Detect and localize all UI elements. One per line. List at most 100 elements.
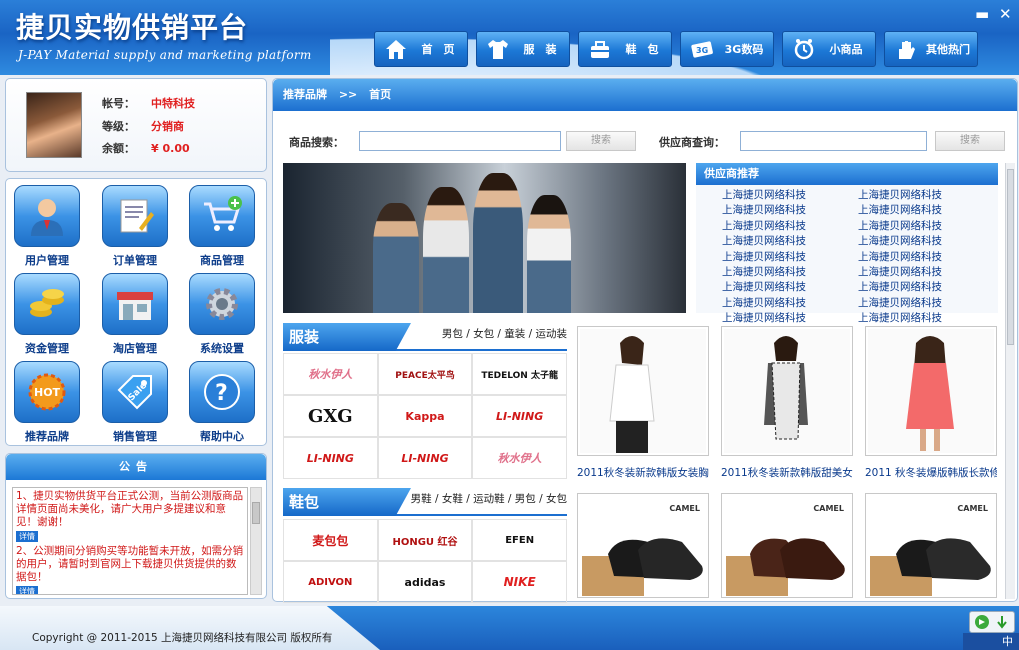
product-name[interactable]: 2011秋冬装新款韩版甜美女士	[721, 465, 853, 480]
nav-label: 3G数码	[724, 43, 764, 56]
close-button[interactable]: ✕	[999, 5, 1012, 23]
brand-logo[interactable]: HONGU 红谷	[377, 519, 473, 561]
product-card[interactable]: CAMEL	[721, 493, 853, 598]
nav-other-hot[interactable]: 其他热门	[884, 31, 978, 67]
product-search-input[interactable]	[359, 131, 561, 151]
product-card[interactable]	[721, 326, 853, 456]
product-card[interactable]	[577, 326, 709, 456]
main-scrollbar[interactable]	[1005, 163, 1015, 599]
supplier-link[interactable]: 上海捷贝网络科技	[722, 312, 858, 325]
brand-logo[interactable]: NIKE	[472, 561, 567, 603]
shoes-category-links[interactable]: 男鞋 / 女鞋 / 运动鞋 / 男包 / 女包	[411, 491, 567, 506]
nav-clothing[interactable]: 服 装	[476, 31, 570, 67]
tool-label: 系统设置	[200, 342, 244, 355]
brand-logo[interactable]: 麦包包	[283, 519, 378, 561]
product-search-button[interactable]: 搜索	[566, 131, 636, 151]
supplier-search-input[interactable]	[740, 131, 927, 151]
tool-user-management[interactable]: 用户管理	[7, 181, 87, 267]
product-name[interactable]: 2011秋冬装新款韩版女装胸针	[577, 465, 709, 480]
nav-shoes-bags[interactable]: 鞋 包	[578, 31, 672, 67]
home-icon	[383, 36, 409, 62]
minimize-button[interactable]: ▬	[975, 5, 989, 23]
tool-product-management[interactable]: 商品管理	[182, 181, 262, 267]
banner-model	[373, 203, 419, 313]
supplier-search-button[interactable]: 搜索	[935, 131, 1005, 151]
search-row: 商品搜索： 搜索 供应商查询： 搜索	[273, 131, 1019, 153]
notice-scrollbar[interactable]	[250, 487, 262, 595]
brand-logo[interactable]: ADIVON	[283, 561, 378, 603]
tool-recommended-brands[interactable]: HOT 推荐品牌	[7, 357, 87, 443]
promo-banner[interactable]	[283, 163, 686, 313]
brand-logo[interactable]: LI-NING	[377, 437, 473, 479]
tool-store-management[interactable]: 淘店管理	[95, 269, 175, 355]
brand-logo[interactable]: LI-NING	[472, 395, 567, 437]
breadcrumb-current: 首页	[369, 88, 392, 101]
scrollbar-thumb[interactable]	[252, 502, 260, 524]
notice-detail-link[interactable]: 详情	[16, 531, 38, 542]
supplier-link[interactable]: 上海捷贝网络科技	[722, 189, 858, 202]
brand-logo[interactable]: Kappa	[377, 395, 473, 437]
clothing-category-links[interactable]: 男包 / 女包 / 童装 / 运动装	[442, 326, 567, 341]
ime-indicator[interactable]: 中	[963, 633, 1019, 650]
product-card[interactable]: CAMEL	[577, 493, 709, 598]
nav-3g-digital[interactable]: 3G 3G数码	[680, 31, 774, 67]
tray-widget[interactable]	[969, 611, 1015, 633]
tool-fund-management[interactable]: 资金管理	[7, 269, 87, 355]
brand-logo[interactable]: LI-NING	[283, 437, 378, 479]
tool-help-center[interactable]: ? 帮助中心	[182, 357, 262, 443]
shoe-brand-label: CAMEL	[669, 504, 700, 513]
supplier-link[interactable]: 上海捷贝网络科技	[722, 266, 858, 279]
supplier-link[interactable]: 上海捷贝网络科技	[722, 297, 858, 310]
brand-logo[interactable]: 秋水伊人	[283, 353, 378, 395]
app-subtitle: J-PAY Material supply and marketing plat…	[18, 48, 312, 62]
nav-small-goods[interactable]: 小商品	[782, 31, 876, 67]
shoe-brand-label: CAMEL	[813, 504, 844, 513]
tool-label: 资金管理	[25, 342, 69, 355]
brand-logo[interactable]: GXG	[283, 395, 378, 437]
product-card[interactable]: CAMEL	[865, 493, 997, 598]
supplier-link[interactable]: 上海捷贝网络科技	[858, 204, 994, 217]
clothing-section-title: 服装	[283, 323, 411, 351]
supplier-list: 上海捷贝网络科技 上海捷贝网络科技 上海捷贝网络科技 上海捷贝网络科技 上海捷贝网络科技…	[722, 189, 992, 326]
supplier-link[interactable]: 上海捷贝网络科技	[858, 251, 994, 264]
brand-logo[interactable]: TEDELON 太子龍	[472, 353, 567, 395]
brand-logo[interactable]: EFEN	[472, 519, 567, 561]
clothing-section-header: 服装 男包 / 女包 / 童装 / 运动装	[283, 323, 567, 351]
tool-sales-management[interactable]: Sale 销售管理	[95, 357, 175, 443]
breadcrumb-separator: >>	[338, 88, 358, 101]
supplier-link[interactable]: 上海捷贝网络科技	[858, 220, 994, 233]
supplier-link[interactable]: 上海捷贝网络科技	[858, 235, 994, 248]
product-name[interactable]: 2011 秋冬装爆版韩版长款修身	[865, 465, 997, 480]
supplier-link[interactable]: 上海捷贝网络科技	[858, 189, 994, 202]
brand-logo[interactable]: PEACE太平鸟	[377, 353, 473, 395]
brand-logo[interactable]: adidas	[377, 561, 473, 603]
notice-panel: 公告 1、捷贝实物供货平台正式公测，当前公测版商品详情页面尚未美化，请广大用户多…	[5, 453, 267, 599]
product-card[interactable]	[865, 326, 997, 456]
svg-text:3G: 3G	[696, 46, 708, 55]
nav-label: 鞋 包	[625, 43, 659, 56]
brand-logo[interactable]: 秋水伊人	[472, 437, 567, 479]
supplier-link[interactable]: 上海捷贝网络科技	[858, 266, 994, 279]
supplier-link[interactable]: 上海捷贝网络科技	[722, 220, 858, 233]
nav-label: 服 装	[523, 43, 557, 56]
supplier-link[interactable]: 上海捷贝网络科技	[858, 312, 994, 325]
account-value: 中特科技	[151, 97, 195, 110]
hand-icon	[893, 36, 919, 62]
tool-label: 淘店管理	[113, 342, 157, 355]
supplier-link[interactable]: 上海捷贝网络科技	[722, 281, 858, 294]
supplier-link[interactable]: 上海捷贝网络科技	[858, 297, 994, 310]
supplier-link[interactable]: 上海捷贝网络科技	[722, 204, 858, 217]
tool-order-management[interactable]: 订单管理	[95, 181, 175, 267]
shoe-brand-label: CAMEL	[957, 504, 988, 513]
supplier-link[interactable]: 上海捷贝网络科技	[722, 235, 858, 248]
bag-icon	[587, 36, 613, 62]
nav-home[interactable]: 首 页	[374, 31, 468, 67]
product-image	[580, 329, 706, 461]
supplier-link[interactable]: 上海捷贝网络科技	[722, 251, 858, 264]
notice-detail-link[interactable]: 详情	[16, 586, 38, 594]
breadcrumb-item[interactable]: 推荐品牌	[283, 88, 327, 101]
supplier-link[interactable]: 上海捷贝网络科技	[858, 281, 994, 294]
tool-system-settings[interactable]: 系统设置	[182, 269, 262, 355]
scrollbar-thumb[interactable]	[1007, 169, 1014, 345]
clothing-brand-grid: 秋水伊人 PEACE太平鸟 TEDELON 太子龍 GXG Kappa LI-N…	[283, 353, 567, 479]
